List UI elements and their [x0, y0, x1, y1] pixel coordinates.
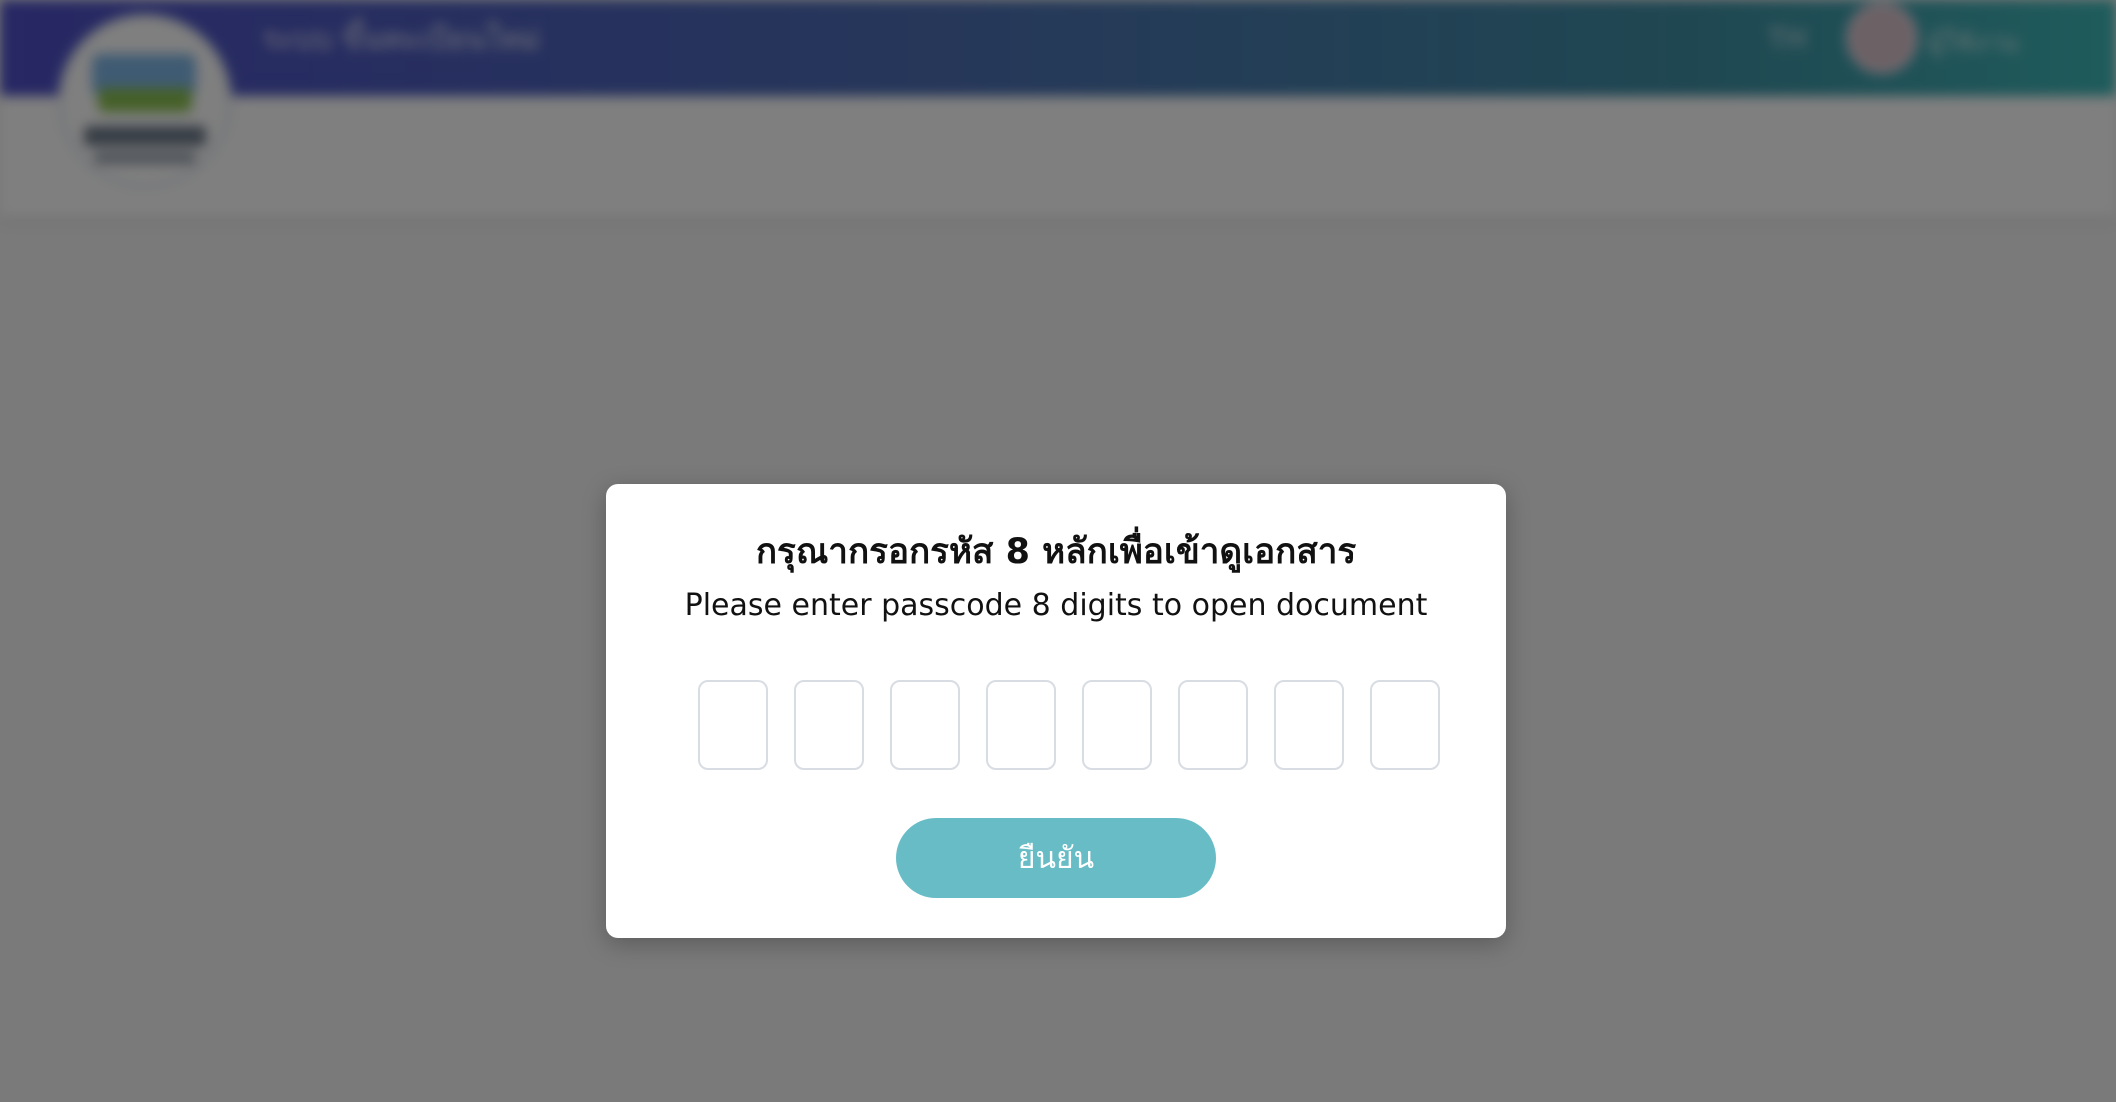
passcode-digit-1[interactable]	[698, 680, 768, 770]
passcode-digit-8[interactable]	[1370, 680, 1440, 770]
passcode-input-row	[698, 680, 1442, 770]
passcode-digit-4[interactable]	[986, 680, 1056, 770]
passcode-digit-2[interactable]	[794, 680, 864, 770]
dialog-title: กรุณากรอกรหัส 8 หลักเพื่อเข้าดูเอกสาร	[755, 532, 1357, 572]
page: ระบบ ขึ้นทะเบียนใหม่ TH ผู้ใช้งาน กรุณาก…	[0, 0, 2116, 1102]
passcode-digit-6[interactable]	[1178, 680, 1248, 770]
dialog-subtitle: Please enter passcode 8 digits to open d…	[684, 588, 1428, 623]
confirm-button[interactable]: ยืนยัน	[896, 818, 1216, 898]
passcode-digit-7[interactable]	[1274, 680, 1344, 770]
passcode-dialog: กรุณากรอกรหัส 8 หลักเพื่อเข้าดูเอกสาร Pl…	[606, 484, 1506, 938]
passcode-digit-5[interactable]	[1082, 680, 1152, 770]
passcode-digit-3[interactable]	[890, 680, 960, 770]
